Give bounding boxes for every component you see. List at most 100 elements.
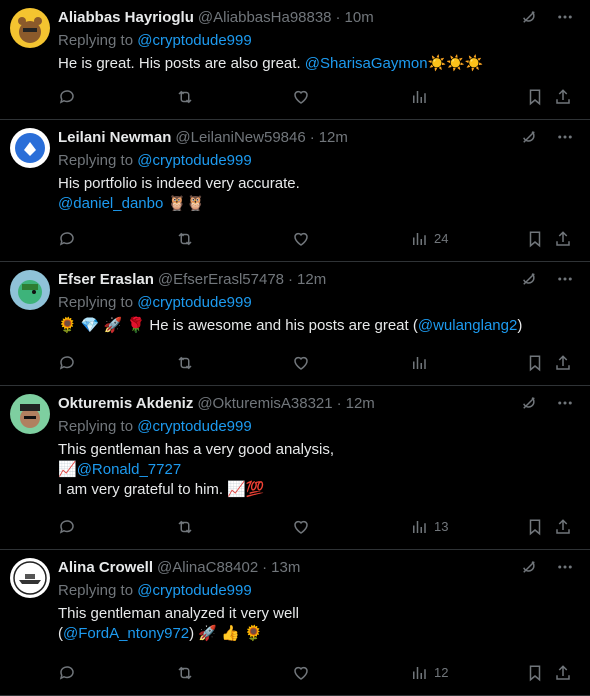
like-button[interactable] xyxy=(292,664,310,682)
text-segment: He is great. His posts are also great. xyxy=(58,55,305,72)
text-segment: This gentleman has a very good analysis, xyxy=(58,441,334,458)
views-icon xyxy=(410,664,428,682)
share-button[interactable] xyxy=(554,664,572,682)
grok-icon[interactable] xyxy=(520,128,538,146)
like-button[interactable] xyxy=(292,88,310,106)
more-options-icon[interactable] xyxy=(556,128,574,146)
tweet-reply[interactable]: Alina Crowell @AlinaC88402 · 13m Replying to… xyxy=(0,550,590,696)
repost-button[interactable] xyxy=(176,518,194,536)
views-button[interactable] xyxy=(410,354,434,372)
grok-icon[interactable] xyxy=(520,558,538,576)
display-name[interactable]: Okturemis Akdeniz xyxy=(58,394,193,414)
heart-icon xyxy=(292,230,310,248)
green-character-avatar[interactable] xyxy=(10,270,50,310)
bear-avatar[interactable] xyxy=(10,8,50,48)
like-button[interactable] xyxy=(292,518,310,536)
hat-character-avatar[interactable] xyxy=(10,394,50,434)
timestamp[interactable]: 10m xyxy=(345,8,374,28)
tweet-header: Okturemis Akdeniz @OkturemisA38321 · 12m xyxy=(58,394,574,414)
tweet-reply[interactable]: Efser Eraslan @EfserErasl57478 · 12m Replyin… xyxy=(0,262,590,386)
timestamp[interactable]: 12m xyxy=(319,128,348,148)
share-button[interactable] xyxy=(554,354,572,372)
repost-button[interactable] xyxy=(176,88,194,106)
bookmark-button[interactable] xyxy=(526,88,544,106)
mention-link[interactable]: @wulanglang2 xyxy=(418,317,517,334)
more-options-icon[interactable] xyxy=(556,394,574,412)
reply-button[interactable] xyxy=(58,664,76,682)
bookmark-button[interactable] xyxy=(526,518,544,536)
text-segment-after: ☀️☀️☀️ xyxy=(427,55,484,72)
mention-link[interactable]: @SharisaGaymon xyxy=(305,55,428,72)
mention-link[interactable]: @Ronald_7727 xyxy=(77,461,181,478)
replying-to-mention[interactable]: @cryptodude999 xyxy=(137,294,251,311)
reply-icon xyxy=(58,664,76,682)
repost-icon xyxy=(176,354,194,372)
views-button[interactable]: 24 xyxy=(410,229,448,249)
tweet-reply[interactable]: Okturemis Akdeniz @OkturemisA38321 · 12m Rep… xyxy=(0,386,590,550)
mention-link[interactable]: @FordA_ntony972 xyxy=(63,625,189,642)
tweet-reply[interactable]: Leilani Newman @LeilaniNew59846 · 12m Replyi… xyxy=(0,120,590,262)
reply-button[interactable] xyxy=(58,230,76,248)
repost-button[interactable] xyxy=(176,664,194,682)
replying-to-label: Replying to xyxy=(58,582,134,599)
share-icon xyxy=(554,88,572,106)
like-button[interactable] xyxy=(292,354,310,372)
grok-icon[interactable] xyxy=(520,270,538,288)
heart-icon xyxy=(292,664,310,682)
display-name[interactable]: Alina Crowell xyxy=(58,558,153,578)
user-handle[interactable]: @AlinaC88402 xyxy=(157,558,258,578)
repost-button[interactable] xyxy=(176,354,194,372)
replying-to: Replying to @cryptodude999 xyxy=(58,31,574,51)
display-name[interactable]: Efser Eraslan xyxy=(58,270,154,290)
tweet-text-line: His portfolio is indeed very accurate. xyxy=(58,174,574,194)
replying-to: Replying to @cryptodude999 xyxy=(58,581,574,601)
user-handle[interactable]: @LeilaniNew59846 xyxy=(175,128,305,148)
repost-button[interactable] xyxy=(176,230,194,248)
replying-to-mention[interactable]: @cryptodude999 xyxy=(137,582,251,599)
separator-dot: · xyxy=(309,129,315,146)
replying-to-label: Replying to xyxy=(58,32,134,49)
timestamp[interactable]: 12m xyxy=(346,394,375,414)
tweet-header-actions xyxy=(520,394,574,412)
replying-to-mention[interactable]: @cryptodude999 xyxy=(137,32,251,49)
reply-button[interactable] xyxy=(58,354,76,372)
tweet-text: His portfolio is indeed very accurate. @d… xyxy=(58,174,574,214)
tweet-text-line: (@FordA_ntony972) 🚀 👍 🌻 xyxy=(58,624,574,644)
views-button[interactable]: 12 xyxy=(410,663,448,683)
more-options-icon[interactable] xyxy=(556,270,574,288)
reply-button[interactable] xyxy=(58,88,76,106)
display-name[interactable]: Leilani Newman xyxy=(58,128,171,148)
share-button[interactable] xyxy=(554,230,572,248)
share-button[interactable] xyxy=(554,518,572,536)
bookmark-button[interactable] xyxy=(526,354,544,372)
more-options-icon[interactable] xyxy=(556,558,574,576)
tweet-reply[interactable]: Aliabbas Hayrioglu @AliabbasHa98838 · 10m Re… xyxy=(0,0,590,120)
display-name[interactable]: Aliabbas Hayrioglu xyxy=(58,8,194,28)
bookmark-icon xyxy=(526,354,544,372)
more-options-icon[interactable] xyxy=(556,8,574,26)
timestamp[interactable]: 12m xyxy=(297,270,326,290)
user-handle[interactable]: @EfserErasl57478 xyxy=(158,270,284,290)
views-button[interactable] xyxy=(410,88,434,106)
tweet-actions xyxy=(58,87,574,107)
views-button[interactable]: 13 xyxy=(410,517,448,537)
user-handle[interactable]: @OkturemisA38321 xyxy=(197,394,332,414)
timestamp[interactable]: 13m xyxy=(271,558,300,578)
ship-logo-avatar[interactable] xyxy=(10,558,50,598)
like-button[interactable] xyxy=(292,230,310,248)
user-handle[interactable]: @AliabbasHa98838 xyxy=(198,8,332,28)
mention-link[interactable]: @daniel_danbo xyxy=(58,195,163,212)
replying-to-mention[interactable]: @cryptodude999 xyxy=(137,152,251,169)
views-icon xyxy=(410,354,428,372)
bookmark-button[interactable] xyxy=(526,664,544,682)
share-button[interactable] xyxy=(554,88,572,106)
replying-to-mention[interactable]: @cryptodude999 xyxy=(137,418,251,435)
tweet-text-line: This gentleman has a very good analysis, xyxy=(58,440,574,460)
text-segment: I am very grateful to him. 📈💯 xyxy=(58,481,265,498)
bookmark-button[interactable] xyxy=(526,230,544,248)
blue-logo-avatar[interactable] xyxy=(10,128,50,168)
grok-icon[interactable] xyxy=(520,8,538,26)
grok-icon[interactable] xyxy=(520,394,538,412)
tweet-actions: 12 xyxy=(58,663,574,683)
reply-button[interactable] xyxy=(58,518,76,536)
